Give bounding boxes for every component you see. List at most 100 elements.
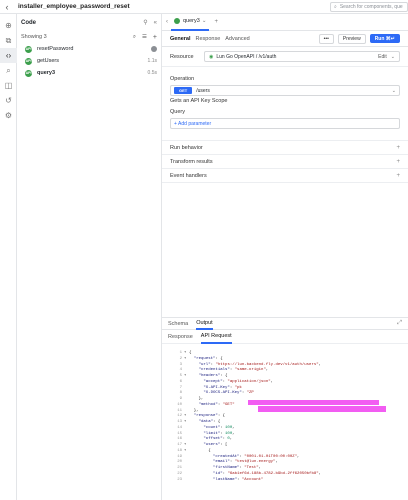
search-icon[interactable]: ⌕ [0,63,17,78]
section-label: Run behavior [170,144,203,151]
tab-response[interactable]: Response [168,331,193,344]
query-tab-bar: ‹ query3 ⌄ + [162,14,408,31]
back-arrow-icon[interactable]: ‹ [0,2,14,12]
code-token: "lastName" [213,477,238,482]
editor-subtabs: General Response Advanced ••• Preview Ru… [162,31,408,47]
query-label: Query [170,109,185,115]
app-title: installer_employee_password_reset [18,3,130,10]
operation-label: Operation [170,76,195,82]
plus-icon: + [396,172,400,179]
resource-value: Lun Go OpenAPI / /v1/auth [216,53,277,60]
section-transform-results[interactable]: Transform results + [162,155,408,169]
section-label: Transform results [170,158,213,165]
tab-query3[interactable]: query3 ⌄ [171,14,210,31]
showing-count: Showing 3 [21,34,47,40]
resource-select[interactable]: ◉ Lun Go OpenAPI / /v1/auth Edit ⌄ [204,51,400,62]
add-tab-icon[interactable]: + [214,19,218,25]
redaction-mark [248,400,379,405]
run-button[interactable]: Run ⌘↵ [369,34,400,43]
results-subtabs: Response API Request [162,331,408,344]
filter-icon[interactable]: ☰ [142,34,147,40]
code-token: , [232,431,235,436]
pin-icon[interactable]: ⚲ [143,19,147,26]
component-icon[interactable]: ⧉ [0,33,17,48]
line-number: 23 [177,477,182,482]
query-type-icon: API [25,45,32,53]
tab-response[interactable]: Response [195,36,220,42]
section-run-behavior[interactable]: Run behavior + [162,141,408,155]
more-button[interactable]: ••• [318,33,334,44]
tab-api-request[interactable]: API Request [200,331,232,344]
query-name: getUsers [37,58,60,64]
query-name: query3 [37,70,56,76]
code-panel-title: Code [21,19,36,26]
code-panel: Code ⚲ « Showing 3 ⌕ ☰ + API resetPasswo… [17,14,162,500]
query-editor: ‹ query3 ⌄ + General Response Advanced •… [162,14,408,500]
query-type-icon: API [25,57,32,65]
code-token: , [229,437,233,442]
avatar [151,46,157,52]
chevron-down-icon: ⌄ [390,53,395,60]
collapse-icon[interactable]: « [154,20,157,26]
code-token: "same-origin" [234,368,266,373]
code-icon[interactable]: ‹› [0,48,17,63]
chevron-down-icon: ⌄ [391,87,396,94]
chevron-left-icon[interactable]: ‹ [166,19,168,25]
top-bar: ‹ installer_employee_password_reset ⌕ Se… [0,0,408,14]
search-icon[interactable]: ⌕ [133,34,136,41]
code-token: , [318,471,322,476]
tab-general[interactable]: General [170,36,190,42]
resource-icon: ◉ [209,53,214,60]
query-type-icon: API [25,69,32,77]
operation-select[interactable]: GET /users ⌄ [170,85,400,96]
code-token: "ZP [246,391,254,396]
query-name: resetPassword [37,46,74,52]
code-token: "Account" [241,477,264,482]
json-output: 1 ▾{2 ▾ "request": {3 "url": "https://lun-… [172,351,408,483]
results-tabbar: Schema Output ⤢ [162,317,408,330]
code-token: "X-DOCS-API-Key" [203,391,242,396]
code-token: , [270,379,274,384]
resource-row: Resource ◉ Lun Go OpenAPI / /v1/auth Edi… [162,47,408,67]
plus-circle-icon[interactable]: ⊕ [0,18,17,33]
resource-label: Resource [170,53,194,60]
query-type-icon [174,18,180,24]
query-item-getUsers[interactable]: API getUsers 1.1s [17,55,161,67]
code-token: , [275,460,278,465]
global-search-input[interactable]: ⌕ Search for components, que [330,2,408,12]
search-placeholder: Search for components, que [339,4,403,10]
history-icon[interactable]: ↺ [0,93,17,108]
search-icon: ⌕ [334,4,337,10]
section-label: Event handlers [170,172,207,179]
preview-button[interactable]: Preview [337,33,366,44]
query-item-query3[interactable]: API query3 0.5s [17,67,161,79]
edit-resource-link[interactable]: Edit [378,54,387,60]
chevron-down-icon: ⌄ [201,18,207,24]
expand-icon[interactable]: ⤢ [397,320,402,327]
plus-icon: + [396,144,400,151]
operation-path: /users [196,87,210,94]
tab-schema[interactable]: Schema [168,317,188,330]
add-parameter-button[interactable]: + Add parameter [170,118,400,129]
code-panel-header: Code ⚲ « [17,14,161,31]
query-runtime: 1.1s [147,58,157,64]
code-token: "GET" [222,402,235,407]
code-token: , [297,454,300,459]
plus-icon: + [396,158,400,165]
state-icon[interactable]: ◫ [0,78,17,93]
redaction-mark [258,406,386,412]
method-badge: GET [174,87,193,94]
add-query-icon[interactable]: + [153,34,157,41]
left-rail: ⊕ ⧉ ‹› ⌕ ◫ ↺ ⚙ [0,14,17,500]
code-line: 23 "lastName": "Account" [172,478,408,484]
code-token: , [265,368,269,373]
tab-label: query3 [183,18,200,24]
operation-description: Gets an API Key Scope [170,98,228,104]
query-item-resetPassword[interactable]: API resetPassword [17,43,161,55]
tab-output[interactable]: Output [196,317,213,330]
tab-advanced[interactable]: Advanced [225,36,249,42]
section-event-handlers[interactable]: Event handlers + [162,169,408,183]
code-token: "method" [198,402,218,407]
settings-icon[interactable]: ⚙ [0,108,17,123]
